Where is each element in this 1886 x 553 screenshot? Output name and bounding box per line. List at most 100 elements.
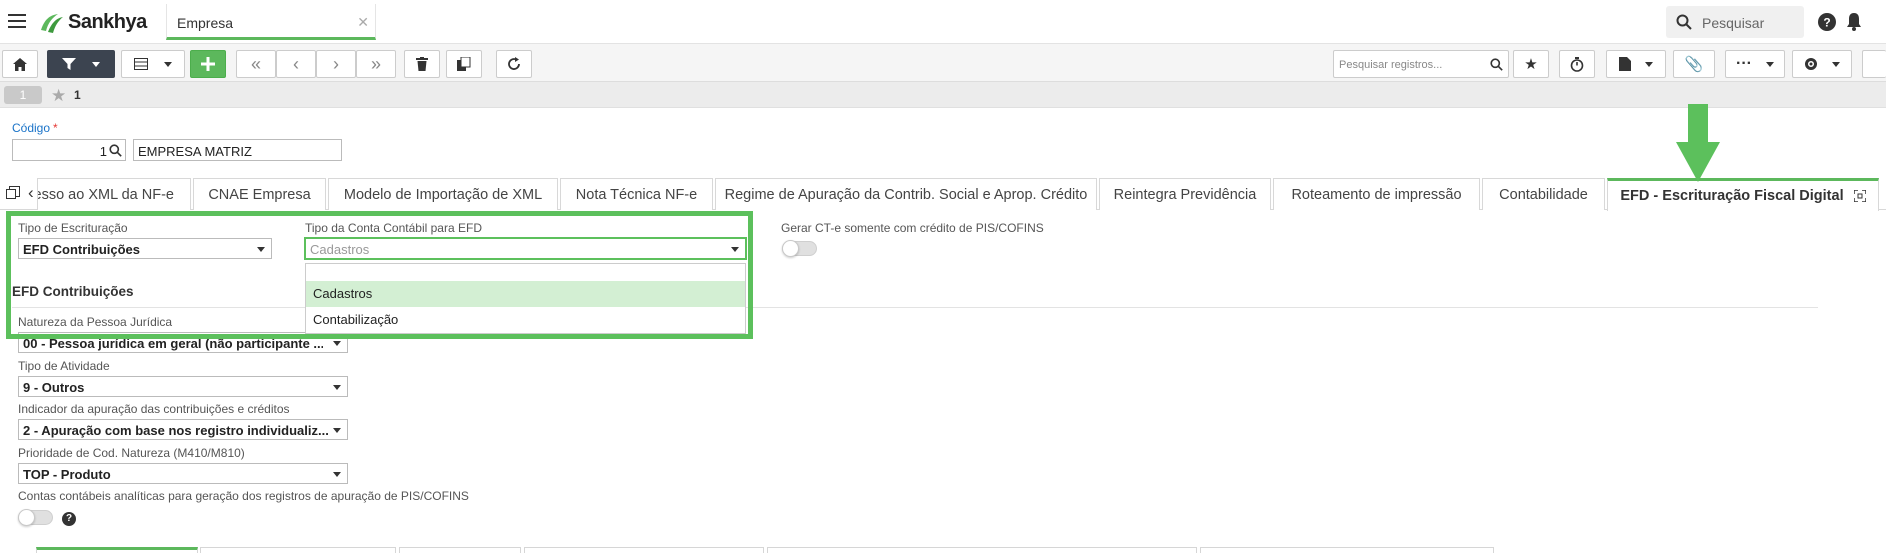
tipo-conta-contabil-select[interactable]: Cadastros: [304, 237, 747, 260]
indicador-apuracao-select[interactable]: 2 - Apuração com base nos registro indiv…: [18, 419, 348, 440]
last-record-button[interactable]: »: [356, 50, 396, 78]
dropdown-option-cadastros[interactable]: Cadastros: [306, 281, 745, 307]
bottom-tab[interactable]: [1200, 547, 1494, 553]
codigo-label: Código *: [12, 121, 58, 135]
collapse-button[interactable]: [1862, 50, 1886, 78]
tabs-list-icon[interactable]: [6, 186, 20, 200]
menu-icon[interactable]: [8, 14, 26, 29]
tipo-atividade-select[interactable]: 9 - Outros: [18, 376, 348, 397]
tab-efd-escrituracao[interactable]: EFD - Escrituração Fiscal Digital: [1607, 178, 1879, 211]
tipo-escrituracao-select[interactable]: EFD Contribuições: [18, 238, 272, 259]
bottom-tab[interactable]: [767, 547, 1197, 553]
brand-name: Sankhya: [68, 11, 147, 33]
sankhya-logo-icon: [41, 13, 63, 33]
bottom-tab[interactable]: [524, 547, 764, 553]
svg-text:?: ?: [1823, 16, 1830, 30]
chevron-down-icon: [92, 61, 100, 67]
empresa-name-field[interactable]: EMPRESA MATRIZ: [133, 139, 342, 161]
tab-label: Acesso ao XML da NF-e: [38, 186, 174, 203]
form-tabs: ‹ Acesso ao XML da NF-e CNAE Empresa Mod…: [0, 178, 1886, 211]
tab-nota-tecnica-nfe[interactable]: Nota Técnica NF-e: [560, 178, 713, 210]
gear-icon: [1805, 58, 1817, 70]
first-record-button[interactable]: «: [236, 50, 276, 78]
add-button[interactable]: [190, 50, 226, 78]
contas-analiticas-label: Contas contábeis analíticas para geração…: [18, 489, 469, 503]
close-icon[interactable]: ✕: [357, 14, 369, 31]
chevron-down-icon: [257, 247, 265, 252]
section-title: EFD Contribuições: [12, 284, 134, 299]
bottom-tab[interactable]: [36, 547, 198, 553]
tipo-escrituracao-value: EFD Contribuições: [23, 242, 141, 257]
duplicate-button[interactable]: [446, 50, 482, 78]
previous-record-button[interactable]: ‹: [276, 50, 316, 78]
record-search-placeholder: Pesquisar registros...: [1339, 59, 1443, 71]
tab-contabilidade[interactable]: Contabilidade: [1482, 178, 1605, 210]
more-icon: ···: [1736, 55, 1752, 72]
empresa-name-value: EMPRESA MATRIZ: [138, 144, 252, 159]
home-button[interactable]: [2, 50, 38, 78]
grid-icon: [134, 58, 148, 70]
chevron-down-icon: [164, 61, 172, 67]
prioridade-natureza-select[interactable]: TOP - Produto: [18, 463, 348, 484]
open-app-tab[interactable]: Empresa ✕: [166, 4, 376, 40]
double-chevron-right-icon: »: [370, 53, 381, 74]
grid-view-button[interactable]: [121, 50, 185, 78]
refresh-button[interactable]: [496, 50, 532, 78]
tab-regime-apuracao[interactable]: Regime de Apuração da Contrib. Social e …: [715, 178, 1097, 210]
attachment-button[interactable]: 📎: [1673, 50, 1715, 78]
tab-label: EFD - Escrituração Fiscal Digital: [1620, 188, 1844, 204]
tab-label: CNAE Empresa: [208, 186, 311, 203]
toggle-knob: [18, 509, 35, 526]
tab-roteamento-impressao[interactable]: Roteamento de impressão: [1273, 178, 1480, 210]
help-icon[interactable]: ?: [1818, 13, 1836, 31]
annotation-arrow-icon: [1676, 104, 1720, 182]
bottom-tab[interactable]: [399, 547, 521, 553]
toolbar: « ‹ › » Pesquisar registros... ★ 📎 ···: [0, 44, 1886, 82]
page-number[interactable]: 1: [4, 86, 42, 104]
settings-button[interactable]: [1792, 50, 1852, 78]
bottom-tab[interactable]: [200, 547, 396, 553]
stopwatch-icon: [1570, 56, 1584, 72]
chevron-left-icon[interactable]: ‹: [28, 183, 34, 203]
refresh-icon: [508, 57, 520, 70]
tab-label: Roteamento de impressão: [1291, 186, 1462, 203]
report-button[interactable]: [1606, 50, 1666, 78]
timer-button[interactable]: [1559, 50, 1595, 78]
expand-icon[interactable]: [1853, 190, 1866, 202]
chevron-down-icon: [731, 247, 739, 252]
search-icon: [1490, 58, 1503, 71]
tab-acesso-xml-nfe[interactable]: Acesso ao XML da NF-e: [37, 178, 191, 210]
dropdown-option-contabilizacao[interactable]: Contabilização: [306, 307, 745, 333]
indicador-apuracao-value: 2 - Apuração com base nos registro indiv…: [23, 423, 329, 438]
search-icon[interactable]: [109, 144, 122, 157]
record-search-input[interactable]: Pesquisar registros...: [1333, 50, 1509, 78]
help-icon[interactable]: ?: [62, 512, 76, 526]
top-bar: Sankhya Empresa ✕ Pesquisar ?: [0, 0, 1886, 44]
trash-icon: [416, 57, 428, 71]
next-record-button[interactable]: ›: [316, 50, 356, 78]
natureza-select[interactable]: 00 - Pessoa jurídica em geral (não parti…: [18, 332, 348, 353]
tab-cnae-empresa[interactable]: CNAE Empresa: [193, 178, 326, 210]
delete-button[interactable]: [404, 50, 440, 78]
filter-button[interactable]: [47, 50, 115, 78]
global-search[interactable]: Pesquisar: [1666, 6, 1804, 38]
star-icon[interactable]: ★: [51, 86, 66, 106]
bell-icon[interactable]: [1846, 12, 1862, 31]
favorite-button[interactable]: ★: [1513, 50, 1549, 78]
tab-reintegra-previdencia[interactable]: Reintegra Previdência: [1099, 178, 1271, 210]
tab-label: Nota Técnica NF-e: [575, 186, 698, 203]
gerar-cte-toggle[interactable]: [782, 240, 817, 257]
chevron-right-icon: ›: [333, 53, 339, 74]
natureza-label: Natureza da Pessoa Jurídica: [18, 315, 173, 329]
tab-modelo-importacao-xml[interactable]: Modelo de Importação de XML: [328, 178, 558, 210]
more-actions-button[interactable]: ···: [1725, 50, 1785, 78]
home-icon: [13, 57, 27, 71]
tab-label: Regime de Apuração da Contrib. Social e …: [724, 186, 1088, 203]
toggle-knob: [782, 240, 799, 257]
plus-icon: [201, 57, 215, 71]
codigo-field[interactable]: 1: [12, 139, 126, 161]
brand-logo: Sankhya: [38, 11, 147, 34]
contas-analiticas-toggle[interactable]: [18, 509, 53, 526]
chevron-down-icon: [333, 341, 341, 346]
search-icon: [1676, 14, 1692, 30]
